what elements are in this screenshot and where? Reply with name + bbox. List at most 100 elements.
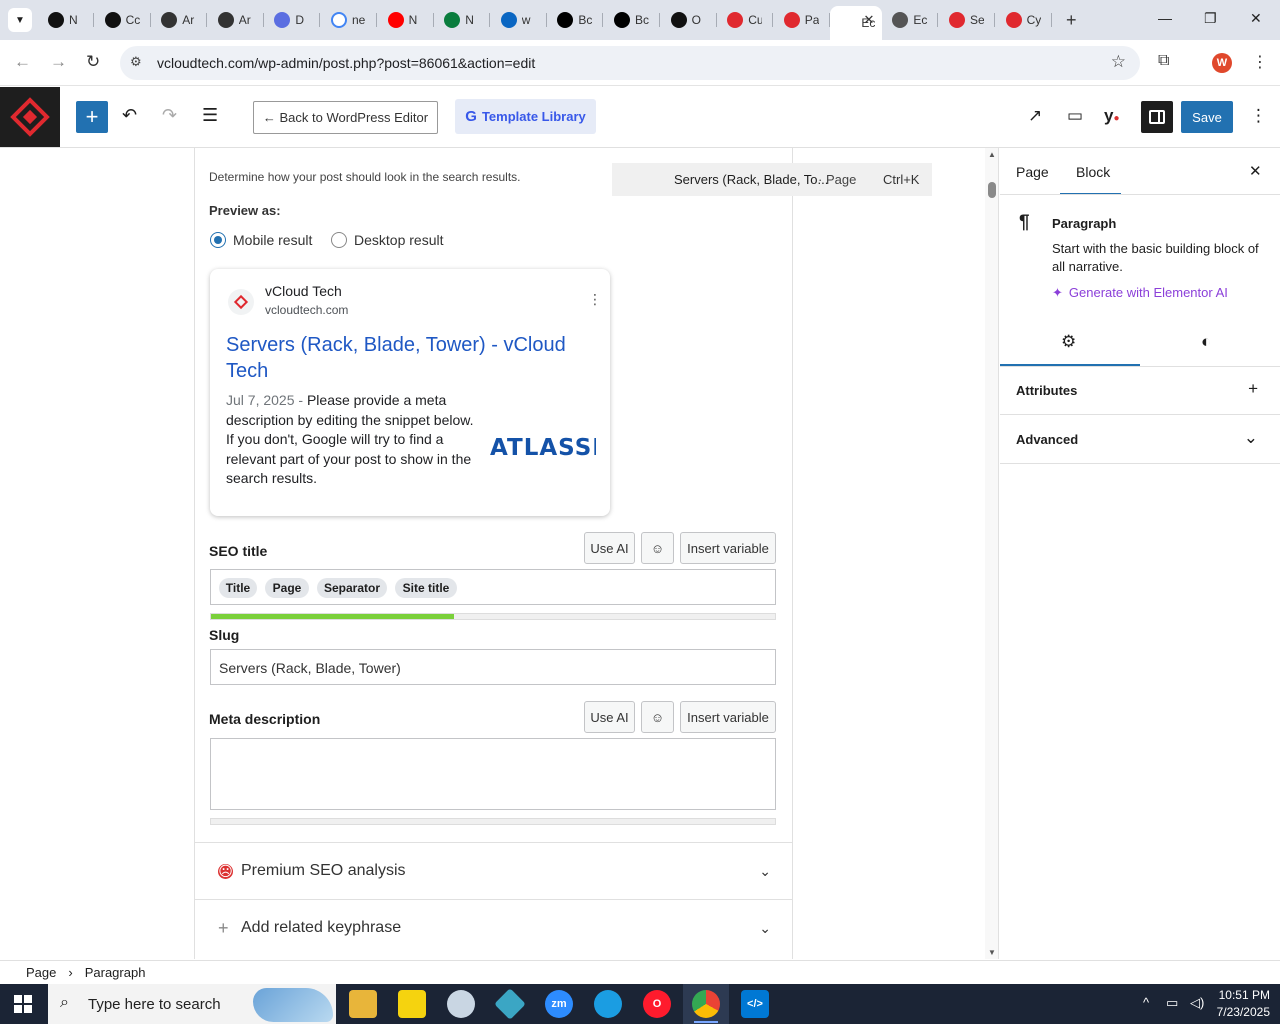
browser-tab[interactable]: Bc bbox=[547, 6, 604, 34]
variable-pill[interactable]: Site title bbox=[395, 578, 457, 598]
browser-tab[interactable]: Ar bbox=[151, 6, 208, 34]
tab-block[interactable]: Block bbox=[1076, 164, 1110, 180]
sticky-notes-icon[interactable] bbox=[398, 990, 426, 1018]
restore-icon[interactable]: ❐ bbox=[1204, 10, 1217, 27]
browser-tab[interactable]: N bbox=[38, 6, 94, 34]
scroll-down-icon[interactable]: ▼ bbox=[988, 948, 996, 957]
chevron-down-icon: ⌄ bbox=[759, 919, 771, 936]
chrome-menu-icon[interactable]: ⋮ bbox=[1252, 52, 1268, 72]
back-arrow-icon[interactable]: ← bbox=[14, 52, 31, 72]
seo-title-insert-variable-button[interactable]: Insert variable bbox=[680, 532, 776, 564]
add-related-keyphrase-accordion[interactable]: + Add related keyphrase ⌄ bbox=[194, 899, 793, 956]
profile-avatar[interactable]: W bbox=[1212, 53, 1232, 73]
close-tab-icon[interactable]: ✕ bbox=[863, 12, 874, 28]
meta-description-input[interactable] bbox=[210, 738, 776, 810]
view-external-icon[interactable]: ↗ bbox=[1028, 106, 1042, 126]
bookmark-star-icon[interactable]: ☆ bbox=[1111, 52, 1126, 72]
new-tab-plus-icon[interactable]: + bbox=[1066, 10, 1077, 31]
browser-tab[interactable]: Bc bbox=[604, 6, 660, 34]
browser-tab[interactable]: N bbox=[434, 6, 491, 34]
scroll-up-icon[interactable]: ▲ bbox=[988, 150, 996, 159]
volume-icon[interactable]: ◁) bbox=[1190, 995, 1204, 1011]
desktop-result-radio[interactable]: Desktop result bbox=[331, 232, 443, 248]
close-window-icon[interactable]: ✕ bbox=[1250, 10, 1262, 27]
options-kebab-icon[interactable]: ⋮ bbox=[1250, 106, 1267, 126]
divider bbox=[1000, 194, 1280, 195]
forward-arrow-icon[interactable]: → bbox=[50, 52, 67, 72]
browser-tab[interactable]: w bbox=[491, 6, 547, 34]
browser-tab[interactable]: Ar bbox=[208, 6, 264, 34]
device-preview-laptop-icon[interactable]: ▭ bbox=[1067, 106, 1083, 126]
browser-tab[interactable]: Cy bbox=[996, 6, 1052, 34]
browser-tab[interactable]: Se bbox=[939, 6, 995, 34]
site-favicon-icon bbox=[228, 289, 254, 315]
paint-app-icon[interactable] bbox=[447, 990, 475, 1018]
chrome-icon[interactable] bbox=[692, 990, 720, 1023]
variable-pill[interactable]: Title bbox=[219, 578, 257, 598]
settings-gear-icon[interactable]: ⚙ bbox=[1061, 332, 1076, 352]
browser-tab[interactable]: N bbox=[378, 6, 434, 34]
seo-title-emoji-icon[interactable]: ☺ bbox=[641, 532, 674, 564]
taskbar-search[interactable]: ⌕ Type here to search bbox=[48, 984, 336, 1024]
seo-title-use-ai-button[interactable]: Use AI bbox=[584, 532, 635, 564]
browser-tab[interactable]: D bbox=[264, 6, 321, 34]
breadcrumb-root[interactable]: Page bbox=[26, 965, 56, 980]
tab-page[interactable]: Page bbox=[1016, 164, 1049, 180]
zoom-icon[interactable]: zm bbox=[545, 990, 573, 1018]
browser-tab[interactable]: Cu bbox=[717, 6, 774, 34]
attributes-panel[interactable]: Attributes + bbox=[1000, 366, 1280, 415]
google-preview-card: vCloud Tech vcloudtech.com ⋮ Servers (Ra… bbox=[210, 269, 610, 516]
site-logo[interactable] bbox=[0, 87, 60, 147]
undo-icon[interactable]: ↶ bbox=[122, 105, 137, 126]
browser-tab[interactable]: O bbox=[661, 6, 717, 34]
browser-tab[interactable]: ne bbox=[321, 6, 377, 34]
url-text[interactable]: vcloudtech.com/wp-admin/post.php?post=86… bbox=[157, 55, 535, 71]
settings-sidebar-toggle-icon[interactable] bbox=[1141, 101, 1173, 133]
generate-with-elementor-ai-link[interactable]: ✦ Generate with Elementor AI bbox=[1052, 285, 1228, 301]
breadcrumb-current[interactable]: Paragraph bbox=[85, 965, 146, 980]
file-explorer-icon[interactable] bbox=[349, 990, 377, 1018]
mobile-result-radio[interactable]: Mobile result bbox=[210, 232, 312, 248]
premium-seo-analysis-accordion[interactable]: ☹ Premium SEO analysis ⌄ bbox=[194, 842, 793, 899]
minimize-icon[interactable]: — bbox=[1158, 10, 1172, 26]
back-to-wordpress-editor-button[interactable]: ← Back to WordPress Editor bbox=[253, 101, 438, 134]
scroll-thumb[interactable] bbox=[988, 182, 996, 198]
variable-pill[interactable]: Separator bbox=[317, 578, 387, 598]
opera-icon[interactable]: O bbox=[643, 990, 671, 1018]
save-button[interactable]: Save bbox=[1181, 101, 1233, 133]
canvas-scrollbar[interactable]: ▲ ▼ bbox=[985, 148, 999, 959]
template-library-button[interactable]: G Template Library bbox=[455, 99, 596, 134]
yoast-icon[interactable]: y● bbox=[1104, 106, 1120, 126]
add-block-plus-icon[interactable]: + bbox=[76, 101, 108, 133]
omnibox[interactable]: ⚙ vcloudtech.com/wp-admin/post.php?post=… bbox=[120, 46, 1140, 80]
document-overview-icon[interactable]: ☰ bbox=[202, 105, 218, 126]
browser-tab[interactable]: Cc bbox=[95, 6, 151, 34]
browser-tab[interactable]: Pa bbox=[774, 6, 830, 34]
vscode-icon[interactable]: </> bbox=[741, 990, 769, 1018]
tab-search-chevron-icon[interactable]: ▼ bbox=[8, 8, 32, 32]
browser-tab[interactable]: Ec bbox=[882, 6, 939, 34]
slug-input[interactable]: Servers (Rack, Blade, Tower) bbox=[210, 649, 776, 685]
mobile-result-label: Mobile result bbox=[233, 232, 313, 248]
variable-pill[interactable]: Page bbox=[265, 578, 309, 598]
redo-icon[interactable]: ↷ bbox=[162, 105, 177, 126]
taskbar-clock[interactable]: 10:51 PM 7/23/2025 bbox=[1210, 987, 1270, 1021]
windows-start-icon[interactable] bbox=[14, 995, 32, 1013]
advanced-panel[interactable]: Advanced ⌄ bbox=[1000, 415, 1280, 464]
meta-emoji-icon[interactable]: ☺ bbox=[641, 701, 674, 733]
seo-title-input[interactable]: Title Page Separator Site title bbox=[210, 569, 776, 605]
command-palette-hint[interactable]: Servers (Rack, Blade, To... · Page Ctrl+… bbox=[612, 163, 932, 196]
network-icon[interactable]: ▭ bbox=[1166, 995, 1178, 1011]
meta-insert-variable-button[interactable]: Insert variable bbox=[680, 701, 776, 733]
styles-contrast-icon[interactable]: ◐ bbox=[1201, 332, 1211, 352]
reload-icon[interactable]: ↻ bbox=[86, 52, 100, 72]
tray-chevron-up-icon[interactable]: ^ bbox=[1143, 995, 1149, 1010]
app-diamond-icon[interactable] bbox=[494, 988, 526, 1020]
site-info-icon[interactable]: ⚙ bbox=[130, 54, 142, 70]
extensions-puzzle-icon[interactable]: ⧉ bbox=[1158, 52, 1169, 70]
close-sidebar-icon[interactable]: ✕ bbox=[1249, 162, 1262, 180]
browser-tab[interactable]: Ec ✕ bbox=[830, 6, 883, 40]
attributes-label: Attributes bbox=[1016, 383, 1078, 398]
meta-use-ai-button[interactable]: Use AI bbox=[584, 701, 635, 733]
edge-icon[interactable] bbox=[594, 990, 622, 1018]
